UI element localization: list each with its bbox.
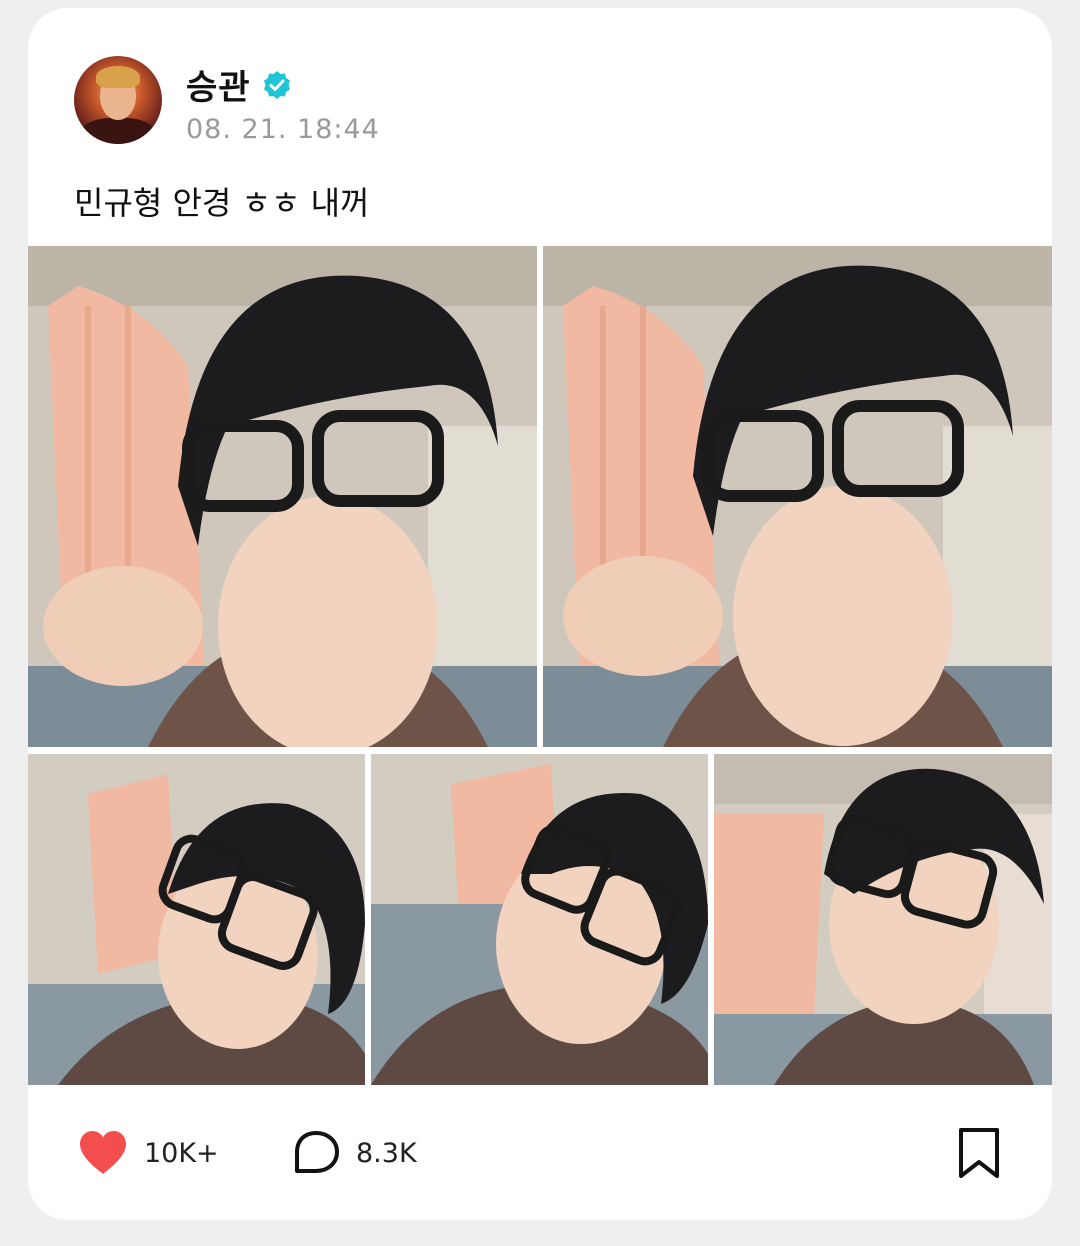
photo-3[interactable] [28, 754, 365, 1085]
selfie-photo-4 [371, 754, 708, 1085]
photo-1[interactable] [28, 246, 537, 747]
post-header: 승관 08. 21. 18:44 [74, 56, 974, 146]
photo-2[interactable] [543, 246, 1052, 747]
speech-bubble-icon [295, 1131, 339, 1173]
like-count: 10K+ [144, 1137, 219, 1169]
username-row: 승관 [186, 60, 293, 109]
comment-count: 8.3K [356, 1137, 417, 1169]
username[interactable]: 승관 [186, 60, 251, 109]
avatar-hair [96, 66, 140, 88]
avatar-shoulders [80, 118, 156, 144]
selfie-photo-1 [28, 246, 537, 747]
post-actions: 10K+ 8.3K [28, 1118, 1052, 1188]
selfie-photo-2 [543, 246, 1052, 747]
post-card: 승관 08. 21. 18:44 민규형 안경 ㅎㅎ 내꺼 10K+ 8.3K [28, 8, 1052, 1220]
photo-5[interactable] [714, 754, 1052, 1085]
like-button[interactable]: 10K+ [78, 1130, 219, 1176]
post-caption: 민규형 안경 ㅎㅎ 내꺼 [74, 184, 370, 222]
comment-button[interactable]: 8.3K [292, 1130, 417, 1176]
avatar[interactable] [74, 56, 162, 144]
selfie-photo-5 [714, 754, 1052, 1085]
post-timestamp: 08. 21. 18:44 [186, 114, 380, 145]
photo-4[interactable] [371, 754, 708, 1085]
verified-badge-icon [263, 70, 290, 99]
bookmark-icon[interactable] [956, 1126, 1002, 1180]
selfie-photo-3 [28, 754, 365, 1085]
heart-icon [80, 1131, 126, 1174]
